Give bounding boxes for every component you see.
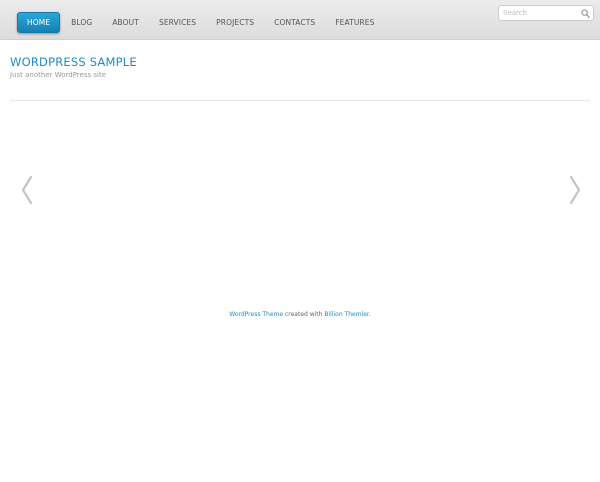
nav-item-services[interactable]: SERVICES — [150, 12, 205, 33]
top-navigation-bar: HOME BLOG ABOUT SERVICES PROJECTS CONTAC… — [0, 0, 600, 40]
chevron-left-icon[interactable] — [19, 175, 35, 205]
chevron-right-icon[interactable] — [567, 175, 583, 205]
nav-item-projects[interactable]: PROJECTS — [207, 12, 263, 33]
page: HOME BLOG ABOUT SERVICES PROJECTS CONTAC… — [0, 0, 600, 482]
nav-item-contacts[interactable]: CONTACTS — [265, 12, 324, 33]
nav-item-blog[interactable]: BLOG — [62, 12, 101, 33]
nav-item-features[interactable]: FEATURES — [326, 12, 383, 33]
nav-item-about[interactable]: ABOUT — [103, 12, 148, 33]
header-divider — [10, 100, 590, 101]
footer-link-wordpress-theme[interactable]: WordPress Theme — [229, 311, 283, 318]
footer-period: . — [368, 311, 371, 318]
site-title[interactable]: WORDPRESS SAMPLE — [10, 55, 137, 69]
nav-item-home[interactable]: HOME — [17, 12, 61, 33]
search-box — [498, 5, 594, 21]
footer: WordPress Theme created with Billion The… — [0, 311, 600, 318]
search-input[interactable] — [499, 6, 583, 20]
footer-text: created with — [283, 311, 325, 318]
search-icon[interactable] — [581, 9, 590, 18]
main-menu: HOME BLOG ABOUT SERVICES PROJECTS CONTAC… — [17, 12, 385, 33]
footer-link-billion-themler[interactable]: Billion Themler — [324, 311, 368, 318]
site-tagline: Just another WordPress site — [10, 71, 107, 79]
